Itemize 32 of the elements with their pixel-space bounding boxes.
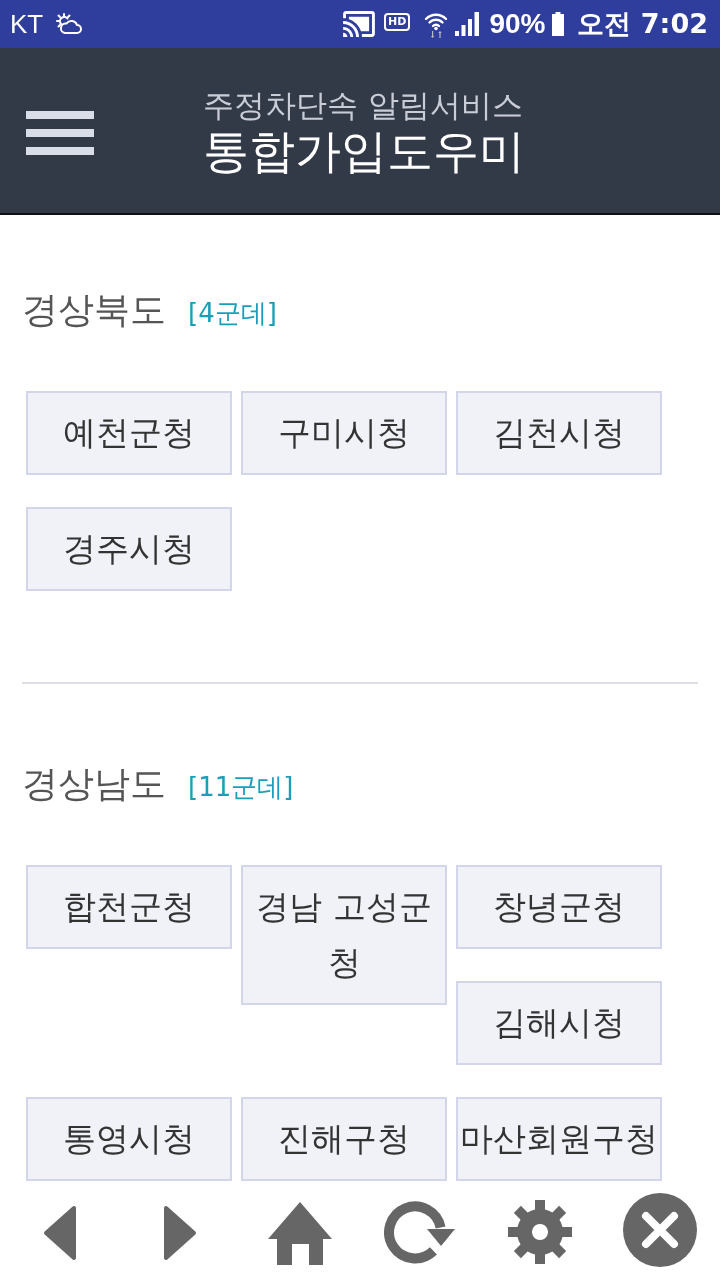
office-count: [11군데] bbox=[188, 771, 294, 804]
office-button[interactable]: 김해시청 bbox=[456, 981, 662, 1065]
office-button[interactable]: 경주시청 bbox=[26, 507, 232, 591]
hd-voice-badge: HD bbox=[384, 13, 411, 31]
header-subtitle: 주정차단속 알림서비스 bbox=[203, 85, 523, 124]
battery-percent: 90% bbox=[489, 9, 546, 39]
office-button[interactable]: 김천시청 bbox=[456, 391, 662, 475]
forward-icon[interactable] bbox=[163, 1205, 197, 1261]
office-count: [4군데] bbox=[188, 297, 277, 330]
battery-icon bbox=[552, 12, 565, 36]
reload-icon[interactable] bbox=[384, 1200, 456, 1264]
office-button[interactable]: 진해구청 bbox=[241, 1097, 447, 1181]
office-button[interactable]: 통영시청 bbox=[26, 1097, 232, 1181]
home-icon[interactable] bbox=[268, 1201, 332, 1265]
cast-icon bbox=[343, 11, 376, 37]
office-button[interactable]: 창녕군청 bbox=[456, 865, 662, 949]
header-title: 통합가입도우미 bbox=[203, 123, 525, 178]
office-button[interactable]: 예천군청 bbox=[26, 391, 232, 475]
settings-icon[interactable] bbox=[508, 1200, 572, 1264]
back-icon[interactable] bbox=[43, 1205, 77, 1261]
menu-icon[interactable] bbox=[26, 110, 94, 155]
cloudy-sun-icon bbox=[55, 13, 84, 35]
carrier-name: KT bbox=[10, 9, 44, 39]
close-icon[interactable] bbox=[623, 1193, 697, 1267]
office-button[interactable]: 마산회원구청 bbox=[456, 1097, 662, 1181]
office-button[interactable]: 구미시청 bbox=[241, 391, 447, 475]
region-title: 경상북도 bbox=[22, 288, 166, 332]
clock-time: 오전 7:02 bbox=[577, 9, 708, 39]
region-title: 경상남도 bbox=[22, 762, 166, 806]
office-button[interactable]: 경남 고성군청 bbox=[241, 865, 447, 1005]
office-button[interactable]: 합천군청 bbox=[26, 865, 232, 949]
signal-bars-icon bbox=[455, 12, 480, 36]
